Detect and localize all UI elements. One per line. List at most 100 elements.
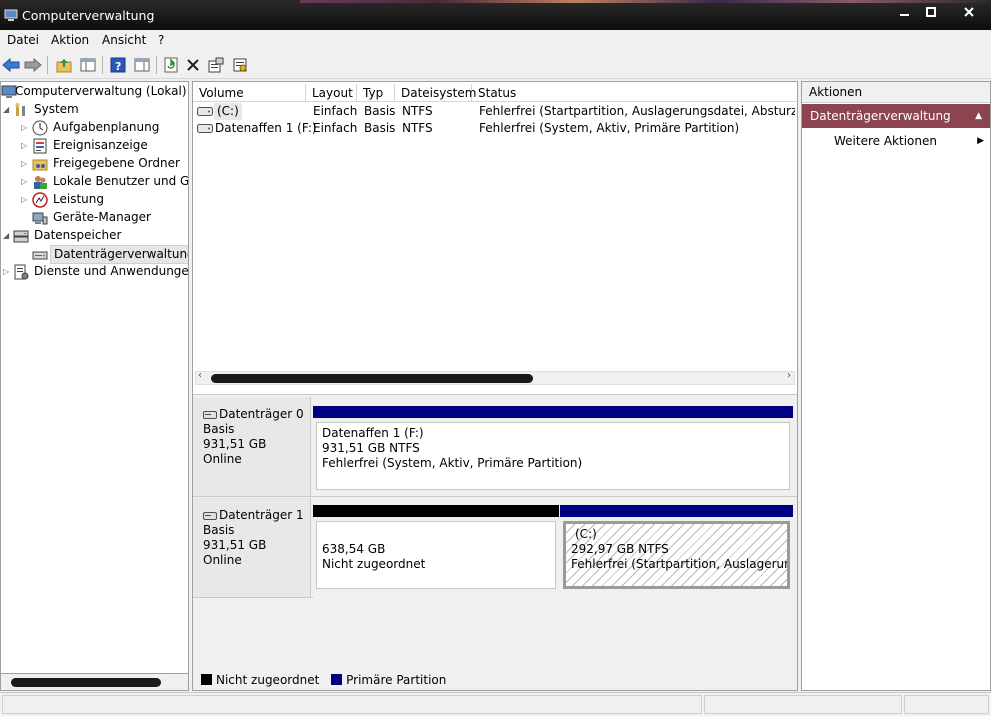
partition-details: 638,54 GB Nicht zugeordnet (316, 521, 556, 589)
title-bar: Computerverwaltung (0, 0, 991, 30)
export-button[interactable] (230, 55, 250, 75)
partition-details: (C:) 292,97 GB NTFS Fehlerfrei (Startpar… (563, 521, 790, 589)
show-hide-tree-button[interactable] (78, 55, 98, 75)
scrollbar-thumb[interactable] (211, 374, 533, 383)
drive-icon (197, 124, 213, 133)
actions-section-datentraegerverwaltung[interactable]: Datenträgerverwaltung ▲ (802, 104, 990, 128)
partition-f[interactable]: Datenaffen 1 (F:) 931,51 GB NTFS Fehlerf… (313, 406, 793, 492)
expanded-triangle-icon[interactable]: ◢ (3, 106, 11, 114)
up-button[interactable] (54, 55, 74, 75)
disk-name: Datenträger 1 (219, 508, 304, 522)
volume-filesystem: NTFS (402, 104, 433, 118)
navigation-tree: Computerverwaltung (Lokal) ◢ System ▷ Au… (0, 81, 189, 691)
partition-status: Fehlerfrei (Startpartition, Auslagerungs… (571, 557, 790, 571)
partition-size: 292,97 GB NTFS (571, 542, 669, 556)
forward-arrow-icon (24, 58, 42, 72)
toolbar-separator (47, 56, 48, 74)
disk-name-row: Datenträger 1 (203, 508, 310, 523)
menu-help[interactable]: ? (158, 33, 164, 47)
export-icon (233, 58, 247, 72)
system-tools-icon (15, 103, 25, 116)
show-hide-tree-icon (80, 58, 96, 72)
collapsed-triangle-icon[interactable]: ▷ (21, 124, 29, 132)
partition-size: 931,51 GB NTFS (322, 441, 420, 455)
partition-name: (C:) (575, 527, 597, 541)
disk-divider (193, 496, 797, 497)
disk-0-label[interactable]: Datenträger 0 Basis 931,51 GB Online (193, 397, 311, 496)
unallocated-bar (313, 505, 559, 517)
minimize-button[interactable] (892, 4, 918, 24)
partition-status: Nicht zugeordnet (322, 557, 426, 571)
disk-name-row: Datenträger 0 (203, 407, 310, 422)
volume-row[interactable]: Datenaffen 1 (F:) Einfach Basis NTFS Feh… (193, 120, 797, 137)
menu-datei[interactable]: Datei (7, 33, 39, 47)
scrollbar-thumb[interactable] (11, 678, 161, 687)
properties-button[interactable] (206, 55, 226, 75)
menu-ansicht[interactable]: Ansicht (102, 33, 146, 47)
close-button[interactable] (956, 4, 982, 24)
volume-status: Fehlerfrei (Startpartition, Auslagerungs… (479, 104, 795, 118)
properties-icon (208, 57, 224, 73)
delete-button[interactable] (183, 55, 203, 75)
disk-size: 931,51 GB (203, 538, 267, 552)
menu-aktion[interactable]: Aktion (51, 33, 89, 47)
forward-button[interactable] (23, 55, 43, 75)
event-viewer-icon (33, 138, 47, 154)
maximize-button[interactable] (918, 4, 944, 24)
partition-c[interactable]: (C:) 292,97 GB NTFS Fehlerfrei (Startpar… (560, 505, 793, 591)
help-button[interactable]: ? (108, 55, 128, 75)
collapsed-triangle-icon[interactable]: ▷ (21, 196, 29, 204)
scroll-right-icon[interactable]: › (787, 370, 791, 381)
disk-type: Basis (203, 422, 235, 436)
column-header-layout[interactable]: Layout (306, 84, 357, 102)
tree-label: Freigegebene Ordner (53, 156, 180, 170)
expanded-triangle-icon[interactable]: ◢ (3, 232, 11, 240)
disk-divider (193, 597, 313, 598)
legend-swatch-primary (331, 674, 343, 685)
refresh-button[interactable] (161, 55, 181, 75)
volume-layout: Einfach (313, 104, 358, 118)
column-header-volume[interactable]: Volume (193, 84, 306, 102)
volume-horizontal-scrollbar[interactable]: ‹ › (195, 370, 795, 385)
collapsed-triangle-icon[interactable]: ▷ (21, 160, 29, 168)
collapsed-triangle-icon[interactable]: ▷ (21, 142, 29, 150)
legend: Nicht zugeordnet Primäre Partition (201, 673, 446, 687)
collapsed-triangle-icon[interactable]: ▷ (3, 268, 11, 276)
collapsed-triangle-icon[interactable]: ▷ (21, 178, 29, 186)
tree-label: Lokale Benutzer und Grup (53, 174, 189, 188)
unallocated-space[interactable]: 638,54 GB Nicht zugeordnet (313, 505, 559, 591)
show-action-pane-button[interactable] (132, 55, 152, 75)
column-header-typ[interactable]: Typ (357, 84, 395, 102)
volume-name: (C:) (214, 103, 242, 120)
disk-icon (203, 512, 217, 520)
clock-icon (32, 120, 48, 136)
volume-filesystem: NTFS (402, 121, 433, 135)
volume-layout: Einfach (313, 121, 358, 135)
tree-label: Ereignisanzeige (53, 138, 148, 152)
back-button[interactable] (1, 55, 21, 75)
status-bar (0, 692, 991, 716)
refresh-icon (164, 57, 178, 73)
disk-icon (203, 411, 217, 419)
section-label: Datenträgerverwaltung (810, 109, 951, 123)
device-manager-icon (32, 212, 48, 225)
maximize-icon (926, 7, 936, 17)
delete-icon (187, 59, 199, 71)
actions-header: Aktionen (802, 82, 990, 103)
collapse-up-icon[interactable]: ▲ (975, 104, 982, 128)
services-icon (14, 264, 29, 280)
volume-row[interactable]: (C:) Einfach Basis NTFS Fehlerfrei (Star… (193, 103, 797, 120)
up-folder-icon (56, 59, 72, 73)
column-header-status[interactable]: Status (472, 84, 797, 102)
desktop-background-sliver (300, 0, 991, 3)
action-weitere-aktionen[interactable]: Weitere Aktionen ▶ (834, 132, 984, 150)
show-action-pane-icon (134, 58, 150, 72)
column-header-dateisystem[interactable]: Dateisystem (395, 84, 476, 102)
primary-partition-bar (560, 505, 793, 517)
disk-1-label[interactable]: Datenträger 1 Basis 931,51 GB Online (193, 498, 311, 597)
computer-management-icon (4, 9, 18, 21)
tree-horizontal-scrollbar[interactable] (0, 673, 189, 691)
scroll-left-icon[interactable]: ‹ (198, 370, 202, 381)
toolbar-separator (156, 56, 157, 74)
disk-graphical-view: Datenträger 0 Basis 931,51 GB Online Dat… (193, 394, 797, 690)
